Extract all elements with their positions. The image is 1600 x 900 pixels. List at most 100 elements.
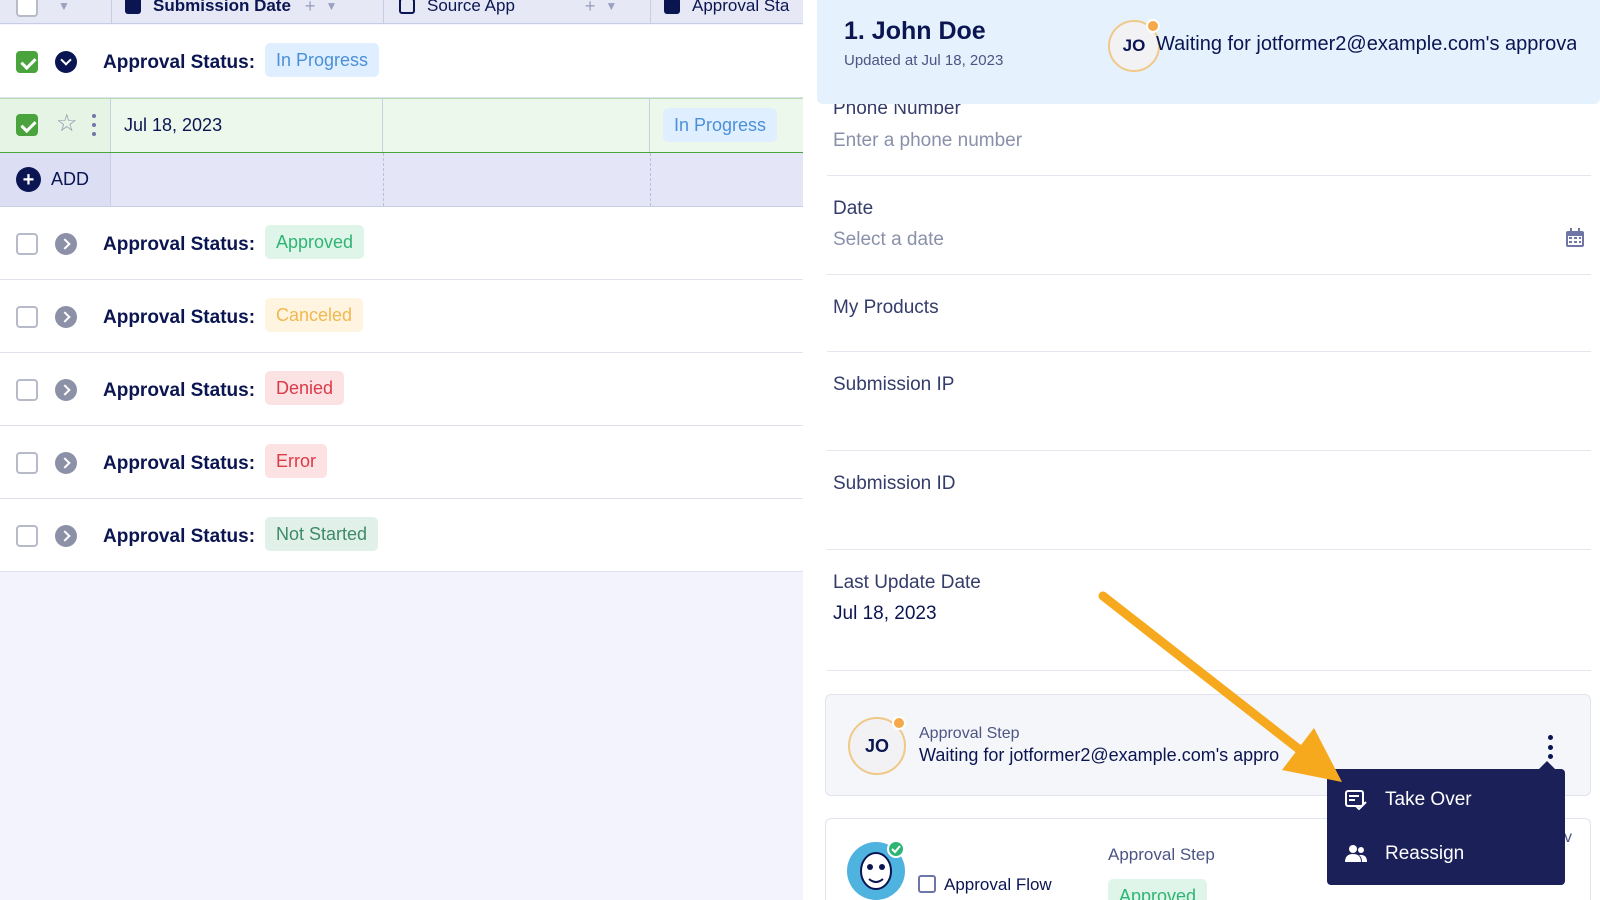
cell-source-app[interactable] xyxy=(383,99,650,152)
pending-icon xyxy=(1146,15,1160,33)
status-badge: Denied xyxy=(265,371,345,405)
calendar-icon[interactable] xyxy=(1565,228,1585,248)
chevron-right-icon[interactable] xyxy=(55,452,77,474)
step-label: Approval Step xyxy=(1108,845,1215,864)
add-row: + ADD xyxy=(0,153,803,207)
submission-title: 1. John Doe xyxy=(844,17,986,45)
add-label: ADD xyxy=(51,169,90,189)
submission-id-field: Submission ID xyxy=(827,451,1591,550)
column-label: Source App xyxy=(427,0,515,15)
cell-submission-date[interactable]: Jul 18, 2023 xyxy=(111,99,383,152)
partial-text: v xyxy=(1564,829,1572,846)
group-label: Approval Status: xyxy=(103,234,256,255)
select-all-cell[interactable]: ▼ xyxy=(16,0,70,24)
chevron-down-icon[interactable]: ▼ xyxy=(58,0,70,13)
group-checkbox[interactable] xyxy=(16,452,38,474)
approval-flow-icon xyxy=(918,875,936,893)
take-over-icon xyxy=(1345,790,1367,811)
date-field: Date Select a date xyxy=(827,176,1591,275)
add-button[interactable]: + ADD xyxy=(16,167,89,192)
flow-icon xyxy=(664,0,680,14)
group-label: Approval Status: xyxy=(103,453,256,474)
group-row-in-progress[interactable]: Approval Status: In Progress xyxy=(0,25,803,98)
submission-detail-panel: 1. John Doe Updated at Jul 18, 2023 JO W… xyxy=(803,0,1600,900)
group-checkbox[interactable] xyxy=(16,51,38,73)
table-row[interactable]: ☆ Jul 18, 2023 In Progress xyxy=(0,98,803,153)
status-badge: Canceled xyxy=(265,298,364,332)
status-badge: Approved xyxy=(265,225,365,259)
group-label: Approval Status: xyxy=(103,307,256,328)
star-icon[interactable]: ☆ xyxy=(56,112,78,136)
calendar-icon xyxy=(125,0,141,14)
chevron-down-icon[interactable]: ▼ xyxy=(325,0,337,13)
row-controls: ☆ xyxy=(0,99,111,152)
chevron-right-icon[interactable] xyxy=(55,233,77,255)
row-checkbox[interactable] xyxy=(16,114,38,136)
menu-item-label: Reassign xyxy=(1385,843,1465,864)
phone-input[interactable]: Enter a phone number xyxy=(833,130,1022,152)
field-label: Submission IP xyxy=(833,374,955,395)
status-badge: In Progress xyxy=(265,43,380,77)
chevron-down-icon[interactable]: ▼ xyxy=(605,0,617,13)
avatar: JO xyxy=(1108,15,1160,72)
status-badge: Approved xyxy=(1108,879,1208,900)
group-label: Approval Status: xyxy=(103,526,256,547)
status-badge: In Progress xyxy=(663,108,778,142)
group-label: Approval Status: xyxy=(103,380,256,401)
column-source-app[interactable]: Source App + ▼ xyxy=(399,0,617,24)
robot-avatar-icon xyxy=(847,841,905,900)
table-header: ▼ Submission Date + ▼ Source App + ▼ App… xyxy=(0,0,803,24)
app-icon xyxy=(399,0,415,14)
field-label: Date xyxy=(833,198,874,219)
date-input[interactable]: Select a date xyxy=(833,229,944,251)
group-row-denied[interactable]: Approval Status: Denied xyxy=(0,353,803,426)
chevron-right-icon[interactable] xyxy=(55,306,77,328)
take-over-menu-item[interactable]: Take Over xyxy=(1327,775,1565,825)
step-label: Approval Step xyxy=(919,725,1020,742)
row-menu-icon[interactable] xyxy=(92,114,96,136)
group-row-error[interactable]: Approval Status: Error xyxy=(0,426,803,499)
field-label: Last Update Date xyxy=(833,572,981,593)
status-badge: Error xyxy=(265,444,327,478)
menu-item-label: Take Over xyxy=(1385,789,1472,810)
add-column-icon[interactable]: + xyxy=(305,0,316,17)
cell-approval-status[interactable]: In Progress xyxy=(650,99,803,152)
avatar-initials: JO xyxy=(1122,36,1146,55)
approval-flow-label: Approval Flow xyxy=(944,875,1052,894)
submissions-table: ▼ Submission Date + ▼ Source App + ▼ App… xyxy=(0,0,803,900)
last-update-value: Jul 18, 2023 xyxy=(833,603,937,624)
chevron-right-icon[interactable] xyxy=(55,379,77,401)
group-label: Approval Status: xyxy=(103,52,256,73)
add-column-icon[interactable]: + xyxy=(585,0,596,17)
avatar: JO xyxy=(848,712,906,775)
field-label: Submission ID xyxy=(833,473,956,494)
group-checkbox[interactable] xyxy=(16,379,38,401)
avatar-initials: JO xyxy=(864,735,889,756)
column-label: Approval Sta xyxy=(692,0,790,15)
more-options-icon[interactable] xyxy=(1548,735,1553,759)
field-label: My Products xyxy=(833,297,939,318)
column-approval-status[interactable]: Approval Sta xyxy=(664,0,789,24)
chevron-down-icon[interactable] xyxy=(55,51,77,73)
column-label: Submission Date xyxy=(153,0,291,15)
select-all-checkbox[interactable] xyxy=(16,0,38,17)
step-options-menu: Take Over Reassign xyxy=(1327,761,1565,885)
chevron-right-icon[interactable] xyxy=(55,525,77,547)
plus-icon: + xyxy=(16,167,41,192)
approval-waiting-text: Waiting for jotformer2@example.com's app… xyxy=(1156,33,1576,55)
pending-icon xyxy=(892,712,906,730)
panel-header: 1. John Doe Updated at Jul 18, 2023 JO W… xyxy=(817,0,1600,104)
people-icon xyxy=(1345,845,1367,862)
group-row-canceled[interactable]: Approval Status: Canceled xyxy=(0,280,803,353)
column-submission-date[interactable]: Submission Date + ▼ xyxy=(125,0,337,24)
reassign-menu-item[interactable]: Reassign xyxy=(1327,829,1565,879)
add-row-lead: + ADD xyxy=(0,153,111,206)
updated-timestamp: Updated at Jul 18, 2023 xyxy=(844,52,1004,69)
group-checkbox[interactable] xyxy=(16,306,38,328)
group-checkbox[interactable] xyxy=(16,233,38,255)
group-checkbox[interactable] xyxy=(16,525,38,547)
my-products-field: My Products xyxy=(827,275,1591,352)
group-row-not-started[interactable]: Approval Status: Not Started xyxy=(0,499,803,572)
group-row-approved[interactable]: Approval Status: Approved xyxy=(0,207,803,280)
submission-ip-field: Submission IP xyxy=(827,352,1591,451)
